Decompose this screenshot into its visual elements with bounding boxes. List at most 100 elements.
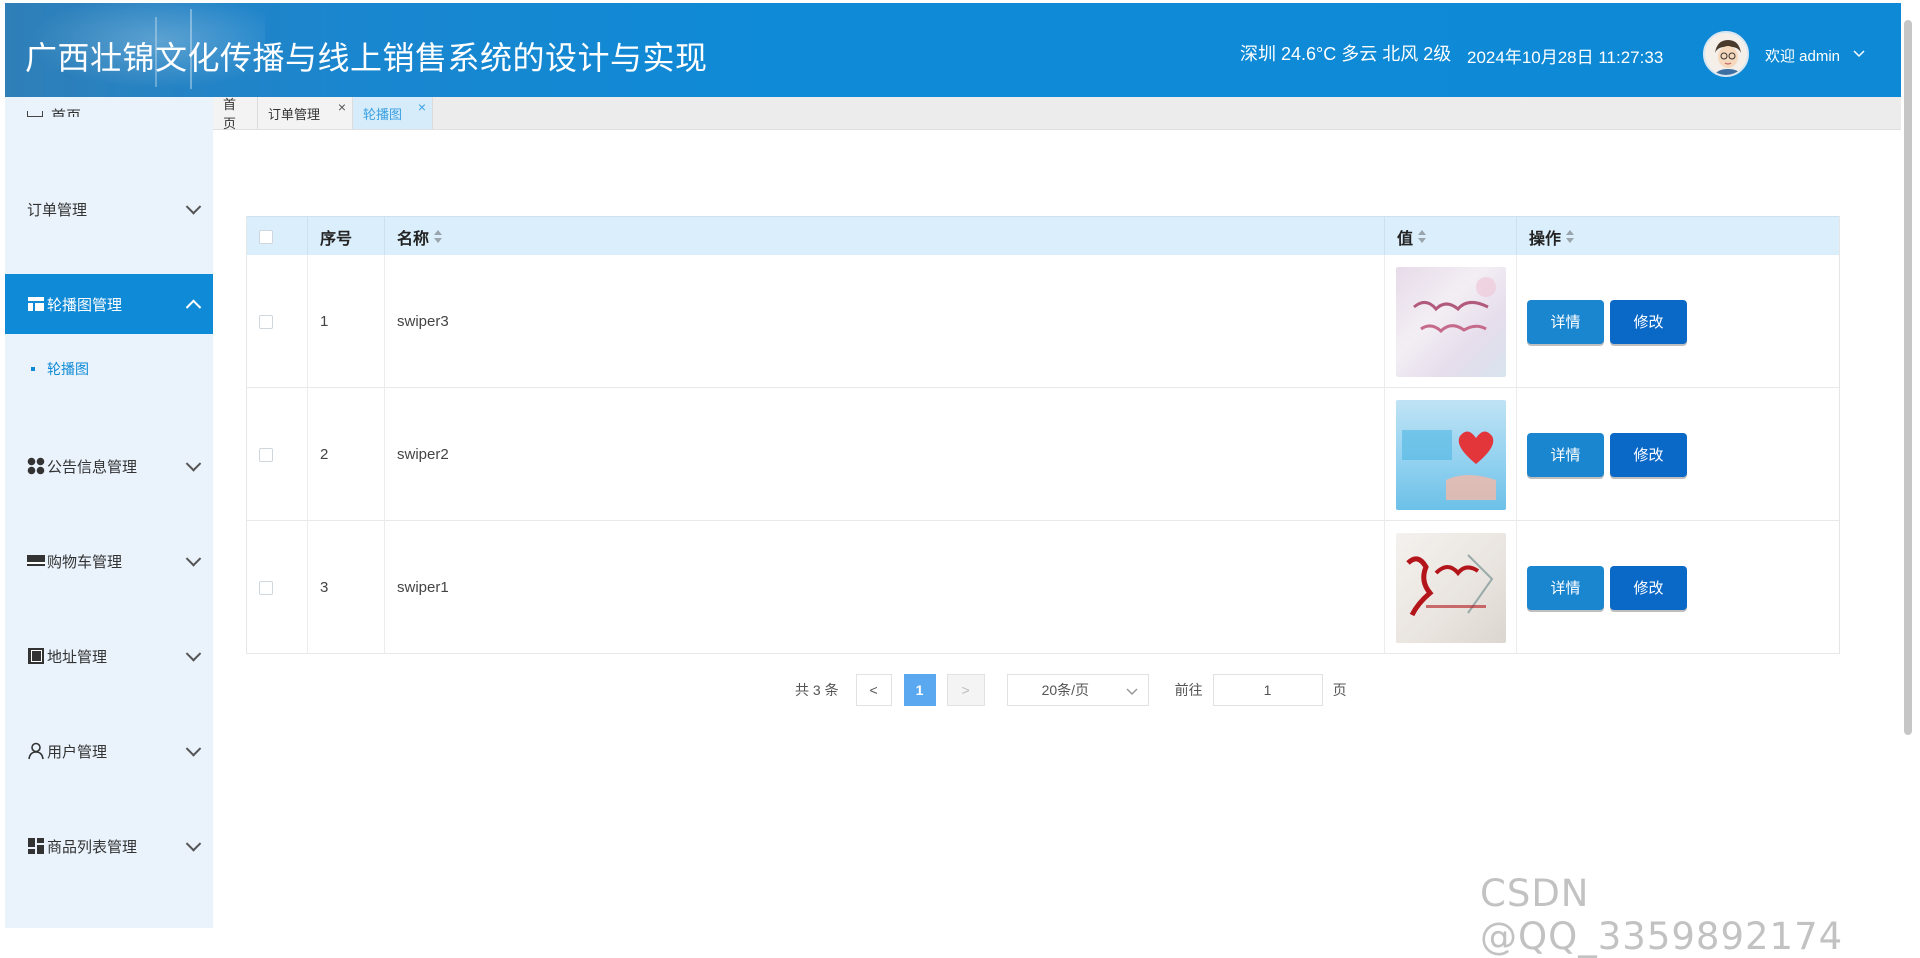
next-page-button[interactable]: > — [946, 674, 985, 706]
sidebar-item-swiper-management[interactable]: 轮播图管理 — [5, 274, 213, 334]
chevron-up-icon — [185, 299, 202, 316]
column-label: 值 — [1397, 230, 1414, 248]
swiper-table: 序号 名称 值 操作 1 swiper3 详情 修改 2 swiper2 详情 … — [246, 216, 1840, 654]
sidebar-item-notice-management[interactable]: 公告信息管理 — [5, 436, 213, 496]
detail-button[interactable]: 详情 — [1527, 565, 1604, 610]
grid-dots-icon — [27, 457, 45, 475]
select-all-checkbox[interactable] — [259, 229, 273, 244]
tab-label: 订单管理 — [268, 106, 321, 122]
close-icon[interactable]: × — [338, 99, 346, 115]
column-label: 名称 — [397, 230, 430, 248]
row-select-cell — [247, 388, 308, 521]
avatar[interactable] — [1703, 31, 1749, 77]
sidebar-item-address-management[interactable]: 地址管理 — [5, 626, 213, 686]
sort-icon[interactable] — [1418, 229, 1427, 244]
detail-button[interactable]: 详情 — [1527, 299, 1604, 344]
tab-label: 首页 — [223, 97, 237, 131]
table-row: 1 swiper3 详情 修改 — [247, 255, 1839, 388]
sidebar-item-label: 商品列表管理 — [47, 838, 138, 856]
swiper-image — [1396, 266, 1506, 377]
column-label: 序号 — [320, 230, 353, 248]
app-title: 广西壮锦文化传播与线上销售系统的设计与实现 — [25, 39, 708, 77]
actions-cell: 详情 修改 — [1517, 521, 1841, 654]
goto-label: 前往 — [1174, 682, 1203, 698]
sidebar-item-cart-management[interactable]: 购物车管理 — [5, 531, 213, 591]
chevron-down-icon — [185, 741, 202, 757]
sidebar-item-label: 用户管理 — [47, 743, 108, 761]
row-checkbox[interactable] — [259, 580, 273, 595]
home-icon — [27, 111, 43, 117]
layout-icon — [27, 295, 45, 313]
edit-button[interactable]: 修改 — [1610, 432, 1687, 477]
sort-icon[interactable] — [1566, 229, 1575, 244]
page-suffix: 页 — [1332, 682, 1347, 698]
page-size-value: 20条/页 — [1041, 682, 1090, 698]
sidebar-item-product-list-management[interactable]: 商品列表管理 — [5, 816, 213, 876]
column-header-value[interactable]: 值 — [1385, 217, 1517, 256]
sidebar-item-user-management[interactable]: 用户管理 — [5, 721, 213, 781]
sidebar-item-orders[interactable]: 订单管理 — [5, 179, 213, 239]
close-icon[interactable]: × — [418, 99, 426, 115]
current-datetime: 2024年10月28日 11:27:33 — [1467, 48, 1664, 67]
total-count: 共 3 条 — [795, 682, 839, 698]
tab-orders[interactable]: 订单管理 × — [258, 97, 353, 129]
column-header-name[interactable]: 名称 — [385, 217, 1385, 256]
detail-button[interactable]: 详情 — [1527, 432, 1604, 477]
tab-swiper[interactable]: 轮播图 × — [353, 97, 433, 129]
actions-cell: 详情 修改 — [1517, 388, 1841, 521]
value-cell — [1385, 521, 1517, 654]
prev-page-button[interactable]: < — [855, 674, 892, 706]
index-cell: 1 — [308, 255, 385, 388]
sidebar-item-label: 订单管理 — [27, 201, 88, 219]
goto-page-input[interactable]: 1 — [1212, 674, 1323, 706]
watermark: CSDN @QQ_3359892174 — [1480, 872, 1844, 958]
vertical-scrollbar[interactable] — [1904, 20, 1912, 735]
name-cell: swiper2 — [385, 388, 1385, 521]
top-header: 广西壮锦文化传播与线上销售系统的设计与实现 深圳 24.6°C 多云 北风 2级… — [5, 3, 1901, 97]
tab-bar: 首页 订单管理 × 轮播图 × — [213, 97, 1901, 131]
chevron-down-icon — [185, 836, 202, 852]
sort-icon[interactable] — [434, 229, 443, 244]
chevron-down-icon — [185, 646, 202, 662]
chevron-down-icon — [185, 199, 202, 215]
sidebar-item-label: 公告信息管理 — [47, 458, 138, 476]
page-number-current[interactable]: 1 — [903, 674, 936, 706]
book-icon — [27, 647, 45, 665]
row-select-cell — [247, 255, 308, 388]
name-cell: swiper1 — [385, 521, 1385, 654]
bullet-icon — [31, 367, 35, 371]
user-icon — [27, 742, 45, 760]
actions-cell: 详情 修改 — [1517, 255, 1841, 388]
sidebar-subitem-label: 轮播图 — [47, 361, 89, 377]
sidebar-item-label: 轮播图管理 — [47, 296, 123, 314]
tab-label: 轮播图 — [363, 106, 403, 122]
sidebar-item-label: 地址管理 — [47, 648, 108, 666]
weather-info: 深圳 24.6°C 多云 北风 2级 — [1240, 44, 1452, 64]
sidebar-item-home[interactable]: 首页 — [27, 97, 81, 117]
column-header-actions[interactable]: 操作 — [1517, 217, 1841, 256]
row-checkbox[interactable] — [259, 447, 273, 462]
page-size-select[interactable]: 20条/页 — [1006, 674, 1149, 706]
card-icon — [27, 552, 45, 570]
sidebar: 首页 订单管理 轮播图管理 轮播图 公告信息管理 购物车管理 地址管理 用户管理… — [5, 97, 213, 928]
index-cell: 2 — [308, 388, 385, 521]
chevron-down-icon[interactable] — [1853, 46, 1865, 61]
swiper-image — [1396, 399, 1506, 510]
edit-button[interactable]: 修改 — [1610, 299, 1687, 344]
column-label: 操作 — [1529, 230, 1562, 248]
pagination: 共 3 条 < 1 > 20条/页 前往 1 页 — [795, 674, 1347, 706]
table-row: 3 swiper1 详情 修改 — [247, 521, 1839, 654]
welcome-user[interactable]: 欢迎 admin — [1765, 45, 1840, 66]
edit-button[interactable]: 修改 — [1610, 565, 1687, 610]
sidebar-item-label: 首页 — [51, 108, 82, 117]
sidebar-item-label: 购物车管理 — [47, 553, 123, 571]
dashboard-icon — [27, 837, 45, 855]
select-all-cell — [247, 217, 308, 256]
tab-home[interactable]: 首页 — [213, 97, 258, 131]
row-checkbox[interactable] — [259, 314, 273, 329]
chevron-down-icon — [1126, 683, 1138, 699]
row-select-cell — [247, 521, 308, 654]
value-cell — [1385, 255, 1517, 388]
column-header-index: 序号 — [308, 217, 385, 256]
sidebar-subitem-swiper[interactable]: 轮播图 — [5, 349, 213, 389]
